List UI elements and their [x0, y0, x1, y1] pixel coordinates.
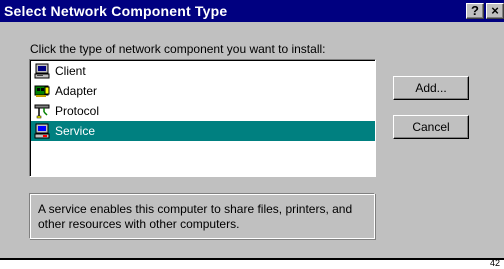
add-button[interactable]: Add... [393, 76, 469, 100]
close-button[interactable]: × [486, 3, 504, 19]
service-computer-icon [34, 123, 50, 139]
component-type-listbox[interactable]: Client Adapter Protocol Service [29, 59, 376, 177]
select-network-component-dialog: Select Network Component Type ? × Click … [0, 0, 504, 260]
page-number: 42 [489, 258, 500, 268]
protocol-cable-icon [34, 103, 50, 119]
instruction-text: Click the type of network component you … [30, 42, 326, 56]
list-item-client[interactable]: Client [31, 61, 375, 81]
add-button-label: Add... [415, 81, 447, 95]
list-item-label: Adapter [55, 84, 98, 98]
title-bar: Select Network Component Type ? × [0, 0, 504, 22]
description-text: A service enables this computer to share… [38, 202, 353, 231]
network-card-icon [34, 83, 50, 99]
list-item-label: Client [55, 64, 86, 78]
list-item-label: Protocol [55, 104, 100, 118]
list-item-adapter[interactable]: Adapter [31, 81, 375, 101]
description-box: A service enables this computer to share… [29, 193, 375, 239]
cancel-button-label: Cancel [412, 120, 450, 134]
computer-icon [34, 63, 50, 79]
list-item-service[interactable]: Service [31, 121, 375, 141]
window-title: Select Network Component Type [4, 3, 228, 19]
cancel-button[interactable]: Cancel [393, 115, 469, 139]
list-item-label: Service [55, 124, 96, 138]
help-button[interactable]: ? [466, 3, 484, 19]
list-item-protocol[interactable]: Protocol [31, 101, 375, 121]
